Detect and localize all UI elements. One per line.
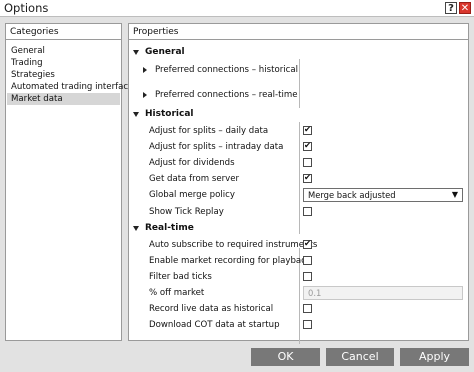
collapse-arrow-icon[interactable]: [133, 226, 139, 231]
title-bar: Options ? ✕: [0, 0, 474, 16]
adjust-splits-intraday-checkbox[interactable]: ✔: [303, 141, 312, 151]
collapse-arrow-icon[interactable]: [133, 112, 139, 117]
preferred-connections-historical[interactable]: Preferred connections – historical: [129, 62, 469, 78]
checkmark-icon: ✔: [304, 125, 312, 135]
section-historical-label: Historical: [145, 109, 194, 119]
filter-bad-ticks-checkbox[interactable]: [303, 272, 312, 281]
categories-header: Categories: [6, 24, 121, 40]
auto-subscribe-label: Auto subscribe to required instruments: [149, 240, 318, 250]
adjust-splits-daily-label: Adjust for splits – daily data: [149, 126, 269, 136]
download-cot-label: Download COT data at startup: [149, 320, 280, 330]
preferred-connections-realtime-label: Preferred connections – real-time: [155, 90, 298, 100]
collapse-arrow-icon[interactable]: [133, 50, 139, 55]
section-realtime[interactable]: Real-time: [129, 222, 469, 235]
category-market-data[interactable]: Market data: [7, 93, 120, 105]
record-live-data-label: Record live data as historical: [149, 304, 274, 314]
categories-list: General Trading Strategies Automated tra…: [7, 45, 133, 105]
options-dialog: Categories General Trading Strategies Au…: [0, 16, 474, 372]
category-strategies[interactable]: Strategies: [7, 69, 120, 81]
enable-market-recording-label: Enable market recording for playback: [149, 256, 311, 266]
adjust-dividends-checkbox[interactable]: [303, 158, 312, 167]
record-live-data-row: Record live data as historical: [129, 301, 469, 317]
show-tick-replay-label: Show Tick Replay: [149, 207, 224, 217]
show-tick-replay-checkbox[interactable]: [303, 207, 312, 216]
download-cot-row: Download COT data at startup: [129, 317, 469, 333]
section-general-label: General: [145, 47, 185, 57]
window-title: Options: [4, 1, 49, 15]
auto-subscribe-checkbox[interactable]: ✔: [303, 239, 312, 249]
checkmark-icon: ✔: [304, 173, 312, 183]
section-historical[interactable]: Historical: [129, 108, 469, 121]
ok-button[interactable]: OK: [251, 348, 320, 366]
global-merge-policy-select[interactable]: Merge back adjusted ▼: [303, 188, 463, 202]
preferred-connections-historical-label: Preferred connections – historical: [155, 65, 299, 75]
auto-subscribe-row: Auto subscribe to required instruments ✔: [129, 237, 469, 253]
expand-arrow-icon[interactable]: [143, 67, 147, 73]
adjust-dividends-row: Adjust for dividends: [129, 155, 469, 171]
adjust-splits-daily-checkbox[interactable]: ✔: [303, 125, 312, 135]
get-data-from-server-label: Get data from server: [149, 174, 240, 184]
global-merge-policy-label: Global merge policy: [149, 190, 235, 200]
global-merge-policy-row: Global merge policy Merge back adjusted …: [129, 187, 469, 203]
show-tick-replay-row: Show Tick Replay: [129, 204, 469, 220]
pct-off-market-row: % off market 0.1: [129, 285, 469, 301]
category-general[interactable]: General: [7, 45, 120, 57]
adjust-splits-intraday-label: Adjust for splits – intraday data: [149, 142, 284, 152]
chevron-down-icon[interactable]: ▼: [452, 190, 458, 200]
get-data-from-server-row: Get data from server ✔: [129, 171, 469, 187]
download-cot-checkbox[interactable]: [303, 320, 312, 329]
close-icon[interactable]: ✕: [459, 2, 471, 14]
pct-off-market-input[interactable]: 0.1: [303, 286, 463, 300]
cancel-button[interactable]: Cancel: [326, 348, 394, 366]
section-general[interactable]: General: [129, 46, 469, 59]
checkmark-icon: ✔: [304, 239, 312, 249]
apply-button[interactable]: Apply: [400, 348, 469, 366]
preferred-connections-realtime[interactable]: Preferred connections – real-time: [129, 87, 469, 103]
categories-pane: Categories General Trading Strategies Au…: [5, 23, 133, 341]
adjust-dividends-label: Adjust for dividends: [149, 158, 235, 168]
section-realtime-label: Real-time: [145, 223, 194, 233]
help-icon[interactable]: ?: [445, 2, 457, 14]
global-merge-policy-value: Merge back adjusted: [308, 190, 396, 200]
category-trading[interactable]: Trading: [7, 57, 120, 69]
enable-market-recording-checkbox[interactable]: [303, 256, 312, 265]
filter-bad-ticks-row: Filter bad ticks: [129, 269, 469, 285]
adjust-splits-intraday-row: Adjust for splits – intraday data ✔: [129, 139, 469, 155]
record-live-data-checkbox[interactable]: [303, 304, 312, 313]
properties-pane: Properties General Preferred connections…: [128, 23, 469, 344]
filter-bad-ticks-label: Filter bad ticks: [149, 272, 212, 282]
checkmark-icon: ✔: [304, 141, 312, 151]
properties-header: Properties: [129, 24, 468, 40]
expand-arrow-icon[interactable]: [143, 92, 147, 98]
get-data-from-server-checkbox[interactable]: ✔: [303, 173, 312, 183]
enable-market-recording-row: Enable market recording for playback: [129, 253, 469, 269]
pct-off-market-label: % off market: [149, 288, 205, 298]
category-automated-trading-interface[interactable]: Automated trading interface: [7, 81, 133, 93]
adjust-splits-daily-row: Adjust for splits – daily data ✔: [129, 123, 469, 139]
